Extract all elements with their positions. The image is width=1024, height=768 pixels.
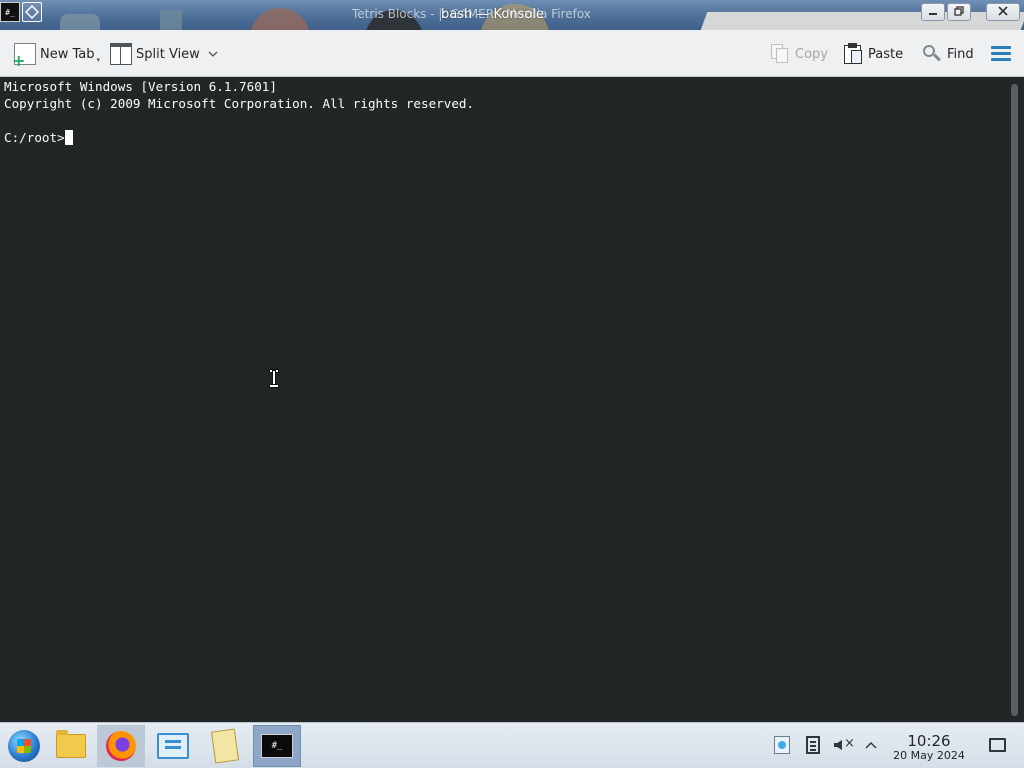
wallpaper-decoration xyxy=(160,10,182,30)
taskbar-notes[interactable] xyxy=(201,725,249,767)
tray-clipboard[interactable] xyxy=(803,735,823,757)
maximize-button[interactable] xyxy=(947,3,971,21)
terminal-line: Microsoft Windows [Version 6.1.7601] xyxy=(4,79,277,94)
window-title: bash — Konsole xyxy=(441,7,544,22)
wallpaper-decoration xyxy=(250,8,310,30)
terminal-prompt-line[interactable]: C:/root> xyxy=(4,129,73,146)
clipboard-icon xyxy=(806,736,820,754)
dropdown-indicator-icon: ▾ xyxy=(96,56,101,64)
find-label: Find xyxy=(947,46,974,62)
tray-updates[interactable] xyxy=(772,735,792,757)
clock-date[interactable]: 20 May 2024 xyxy=(887,749,971,762)
paste-icon xyxy=(842,43,864,65)
wallpaper-decoration xyxy=(692,12,1024,30)
taskbar: #_ × 10:26 20 May 2024 xyxy=(0,722,1024,768)
minimize-icon xyxy=(928,6,938,18)
terminal-prompt: C:/root> xyxy=(4,130,65,145)
konsole-icon: #_ xyxy=(261,734,293,758)
volume-muted-icon xyxy=(834,740,842,750)
hamburger-menu-icon-bar xyxy=(991,52,1011,55)
terminal-output[interactable]: Microsoft Windows [Version 6.1.7601] Cop… xyxy=(0,78,1006,722)
new-tab-label: New Tab xyxy=(40,46,95,62)
hamburger-menu-icon-bar xyxy=(991,58,1011,61)
close-icon xyxy=(998,6,1008,18)
updates-icon xyxy=(774,736,790,754)
chevron-down-icon[interactable] xyxy=(208,47,218,61)
split-view-icon xyxy=(110,43,132,65)
copy-icon xyxy=(769,43,791,65)
mute-x-icon: × xyxy=(844,736,855,751)
paste-button[interactable]: Paste xyxy=(842,42,903,66)
taskbar-file-manager[interactable] xyxy=(47,725,95,767)
keep-above-icon[interactable] xyxy=(22,2,42,22)
hamburger-menu-button[interactable] xyxy=(990,43,1012,65)
taskbar-firefox[interactable] xyxy=(97,725,145,767)
mouse-ibeam-cursor-icon xyxy=(269,370,279,387)
firefox-icon xyxy=(106,731,136,761)
new-tab-icon xyxy=(12,43,36,70)
file-manager-icon xyxy=(56,730,86,758)
text-cursor xyxy=(64,130,73,145)
start-menu-icon xyxy=(8,730,40,762)
split-view-button[interactable]: Split View xyxy=(110,42,218,66)
hamburger-menu-icon xyxy=(991,46,1011,49)
split-view-label: Split View xyxy=(136,46,200,62)
wallpaper-decoration xyxy=(60,14,100,30)
copy-button[interactable]: Copy xyxy=(769,42,828,66)
new-tab-button[interactable]: New Tab ▾ xyxy=(12,42,101,70)
taskbar-network-monitor[interactable] xyxy=(149,725,197,767)
network-monitor-icon xyxy=(157,733,189,759)
terminal-scrollbar[interactable] xyxy=(1006,78,1024,722)
expand-tray-icon xyxy=(864,738,878,754)
tray-volume[interactable]: × xyxy=(833,735,855,757)
find-icon xyxy=(921,43,943,65)
notes-icon xyxy=(210,728,240,764)
tray-expand-button[interactable] xyxy=(861,735,881,757)
terminal-line: Copyright (c) 2009 Microsoft Corporation… xyxy=(4,96,475,111)
minimize-button[interactable] xyxy=(921,3,945,21)
maximize-icon xyxy=(954,6,964,18)
konsole-icon[interactable]: #_ xyxy=(0,2,20,22)
taskbar-konsole[interactable]: #_ xyxy=(253,725,301,767)
show-desktop-icon[interactable] xyxy=(989,738,1006,752)
copy-label: Copy xyxy=(795,46,828,62)
konsole-toolbar: New Tab ▾ Split View Copy Paste Find xyxy=(0,30,1024,77)
window-titlebar[interactable]: #_ Tetris Blocks - |: GAMER - Mozilla Fi… xyxy=(0,0,1024,30)
start-menu-button[interactable] xyxy=(0,725,48,767)
close-button[interactable] xyxy=(986,3,1020,21)
clock-time[interactable]: 10:26 xyxy=(900,732,958,750)
find-button[interactable]: Find xyxy=(921,42,974,66)
paste-label: Paste xyxy=(868,46,904,62)
konsole-icon-text: #_ xyxy=(5,7,15,17)
scrollbar-handle[interactable] xyxy=(1011,84,1018,716)
